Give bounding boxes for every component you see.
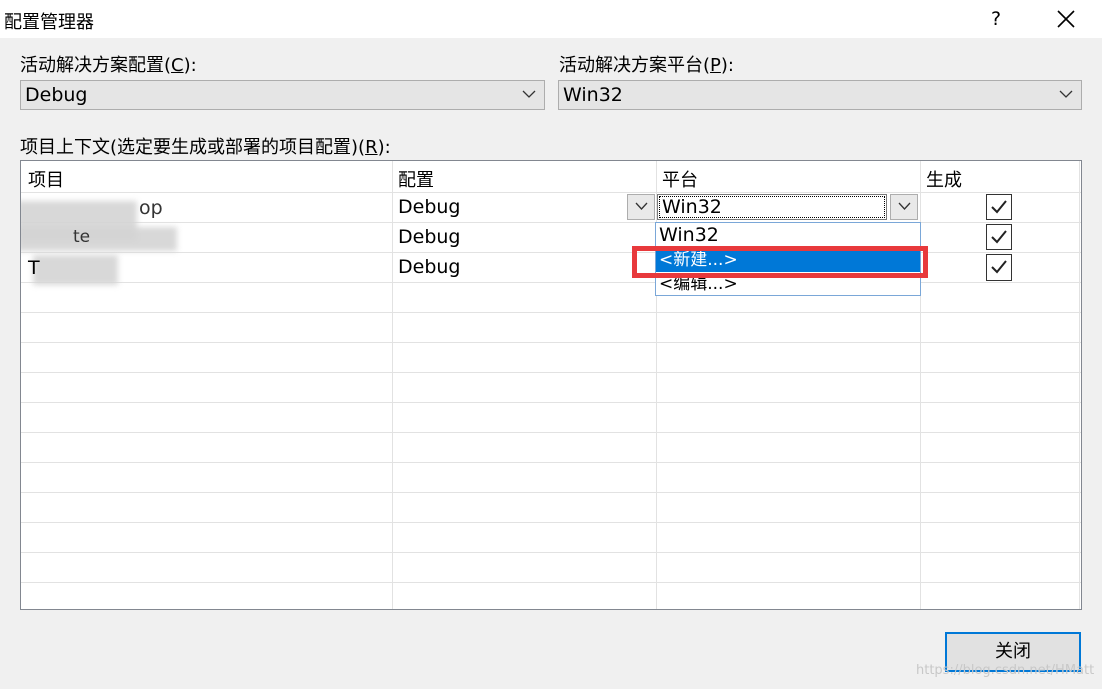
row-configuration-value: Debug: [398, 196, 461, 218]
active-config-label-text: 活动解决方案配置(: [20, 55, 172, 76]
dropdown-option-win32[interactable]: Win32: [656, 223, 920, 247]
project-contexts-label: 项目上下文(选定要生成或部署的项目配置)(R):: [20, 133, 391, 159]
column-header-project[interactable]: 项目: [28, 166, 64, 192]
configuration-dropdown-button[interactable]: [627, 194, 655, 220]
column-header-platform[interactable]: 平台: [662, 166, 698, 192]
active-config-mnemonic: C: [171, 55, 184, 76]
active-platform-label: 活动解决方案平台(P):: [559, 51, 734, 77]
grid-row-divider: [21, 342, 1081, 343]
title-bar: 配置管理器 ?: [0, 0, 1102, 38]
column-header-build[interactable]: 生成: [926, 166, 962, 192]
active-platform-select[interactable]: Win32: [558, 80, 1082, 110]
project-name-fragment: T: [28, 257, 40, 279]
grid-row-divider: [21, 492, 1081, 493]
row-configuration-value: Debug: [398, 226, 461, 248]
project-contexts-label-text: 项目上下文(选定要生成或部署的项目配置)(: [20, 137, 366, 158]
help-button[interactable]: ?: [981, 4, 1011, 34]
grid-row-divider: [21, 372, 1081, 373]
watermark: https://blog.csdn.net/HMatt: [916, 663, 1095, 678]
grid-row-divider: [21, 552, 1081, 553]
platform-dropdown-button[interactable]: [890, 194, 918, 220]
row-platform-value: Win32: [662, 196, 722, 218]
close-window-button[interactable]: [1048, 4, 1084, 34]
project-contexts-label-tail: ):: [377, 137, 391, 158]
grid-row-divider: [21, 402, 1081, 403]
grid-row-divider: [21, 282, 1081, 283]
platform-combo-input[interactable]: Win32: [657, 194, 887, 220]
grid-row-divider: [21, 522, 1081, 523]
build-checkbox[interactable]: [986, 254, 1012, 281]
active-config-label: 活动解决方案配置(C):: [20, 51, 197, 77]
active-config-select[interactable]: Debug: [20, 80, 545, 110]
grid-row-divider: [21, 192, 1081, 193]
annotation-highlight-box: [632, 246, 928, 278]
active-platform-label-text: 活动解决方案平台(: [559, 55, 711, 76]
grid-column-divider: [1079, 161, 1080, 609]
close-icon: [1057, 10, 1075, 28]
project-name-fragment: te: [73, 227, 91, 247]
project-name-fragment: op: [139, 197, 163, 219]
project-contexts-mnemonic: R: [365, 137, 378, 158]
chevron-down-icon: [635, 202, 647, 210]
chevron-down-icon: [1059, 90, 1073, 98]
checkmark-icon: [991, 260, 1007, 274]
chevron-down-icon: [522, 90, 536, 98]
active-config-label-tail: ):: [183, 55, 197, 76]
grid-row-divider: [21, 222, 1081, 223]
grid-row-divider: [21, 432, 1081, 433]
active-platform-label-tail: ):: [720, 55, 734, 76]
build-checkbox[interactable]: [986, 194, 1012, 220]
project-contexts-grid[interactable]: 项目 配置 平台 生成 op Debug Win32 te Debug T De…: [20, 160, 1082, 610]
grid-row-divider: [21, 312, 1081, 313]
grid-column-divider: [392, 161, 393, 609]
active-platform-value: Win32: [563, 84, 623, 106]
active-config-value: Debug: [25, 84, 88, 106]
row-configuration-value: Debug: [398, 256, 461, 278]
redacted-project-name: [21, 227, 177, 251]
window-title: 配置管理器: [4, 12, 94, 33]
build-checkbox[interactable]: [986, 224, 1012, 250]
active-platform-mnemonic: P: [710, 55, 721, 76]
grid-row-divider: [21, 582, 1081, 583]
checkmark-icon: [991, 200, 1007, 214]
column-header-configuration[interactable]: 配置: [398, 166, 434, 192]
chevron-down-icon: [898, 202, 910, 210]
help-icon: ?: [990, 8, 1002, 30]
checkmark-icon: [991, 230, 1007, 244]
redacted-project-name: [33, 255, 118, 285]
grid-row-divider: [21, 462, 1081, 463]
